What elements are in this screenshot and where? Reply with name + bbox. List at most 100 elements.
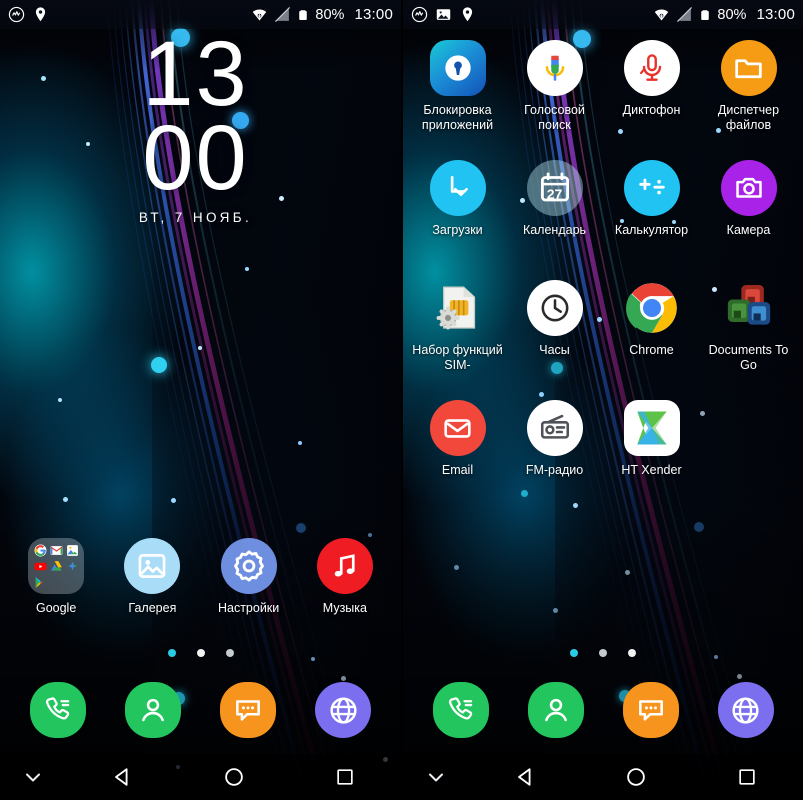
messages-bubble-icon <box>622 682 679 738</box>
hide-keyboard-button[interactable] <box>0 754 66 800</box>
dock-item-phone[interactable] <box>10 682 105 738</box>
gallery-icon <box>124 538 181 594</box>
back-button[interactable] <box>66 754 178 800</box>
drawer-app-label: Email <box>441 463 474 477</box>
browser-globe-icon <box>315 682 372 738</box>
home-app-label: Музыка <box>322 601 367 615</box>
battery-percent: 80% <box>315 6 345 23</box>
wifi-icon <box>653 6 670 23</box>
status-bar-home: 80% 13:00 <box>0 0 401 29</box>
no-sim-signal-icon <box>676 6 693 23</box>
home-circle-icon <box>627 768 645 786</box>
drawer-app-label: HT Xender <box>621 463 682 477</box>
fm-radio-icon <box>526 400 583 456</box>
drawer-app-file-manager[interactable]: Диспетчер файлов <box>700 40 797 136</box>
recents-square-icon <box>337 769 353 785</box>
recents-button[interactable] <box>289 754 401 800</box>
back-triangle-icon <box>114 768 128 786</box>
location-pin-icon <box>459 6 476 23</box>
drawer-app-clock[interactable]: Часы <box>506 280 603 376</box>
drawer-app-camera[interactable]: Камера <box>700 160 797 256</box>
calculator-icon <box>623 160 680 216</box>
page-dot[interactable] <box>599 649 607 657</box>
file-manager-folder-icon <box>720 40 777 96</box>
recents-square-icon <box>739 769 755 785</box>
drawer-app-label: FM-радио <box>525 463 584 477</box>
home-circle-icon <box>224 768 243 786</box>
settings-gear-icon <box>220 538 277 594</box>
chevron-down-icon <box>429 773 443 782</box>
image-icon <box>435 6 452 23</box>
home-app-music[interactable]: Музыка <box>297 538 393 616</box>
music-note-icon <box>316 538 373 594</box>
messages-bubble-icon <box>220 682 277 738</box>
dock-item-messages[interactable] <box>603 682 698 738</box>
sim-toolkit-icon <box>430 280 486 336</box>
dock-item-phone[interactable] <box>413 682 508 738</box>
drawer-app-sim-toolkit[interactable]: Набор функций SIM- <box>409 280 506 376</box>
drawer-app-documents-to-go[interactable]: Documents To Go <box>700 280 797 376</box>
app-drawer-grid: Блокировка приложений Голосовой поиск Ди… <box>403 40 803 496</box>
clock-icon <box>526 280 583 336</box>
status-bar-clock: 13:00 <box>354 6 393 23</box>
battery-percent: 80% <box>717 6 747 23</box>
drawer-app-label: Календарь <box>522 223 587 237</box>
page-indicator-home[interactable] <box>0 648 401 658</box>
page-dot-active[interactable] <box>628 649 636 657</box>
location-pin-icon <box>32 6 49 23</box>
home-app-google[interactable]: Google <box>8 538 104 616</box>
dock-drawer <box>403 668 803 752</box>
drawer-app-sound-recorder[interactable]: Диктофон <box>603 40 700 136</box>
drawer-app-calendar[interactable]: 27 Календарь <box>506 160 603 256</box>
drawer-app-voice-search[interactable]: Голосовой поиск <box>506 40 603 136</box>
drawer-app-label: Голосовой поиск <box>524 103 585 132</box>
navigation-bar-drawer <box>403 754 803 800</box>
dock-item-browser[interactable] <box>698 682 793 738</box>
drawer-app-app-lock[interactable]: Блокировка приложений <box>409 40 506 136</box>
status-bar-drawer: 80% 13:00 <box>403 0 803 29</box>
home-app-gallery[interactable]: Галерея <box>104 538 200 616</box>
dock-item-messages[interactable] <box>201 682 296 738</box>
battery-icon <box>699 6 711 24</box>
ht-xender-icon <box>623 400 680 456</box>
clock-widget[interactable]: 13 00 ВТ, 7 НОЯБ. <box>0 28 401 225</box>
drawer-app-label: Диктофон <box>622 103 681 117</box>
app-circle-icon <box>8 6 25 23</box>
drawer-app-downloads[interactable]: Загрузки <box>409 160 506 256</box>
page-dot[interactable] <box>167 649 176 657</box>
page-dot[interactable] <box>570 649 578 657</box>
drawer-app-email[interactable]: Email <box>409 400 506 496</box>
back-button[interactable] <box>469 754 580 800</box>
documents-to-go-icon <box>721 280 777 336</box>
home-app-label: Галерея <box>128 601 177 615</box>
dock-home <box>0 668 401 752</box>
dock-item-contacts[interactable] <box>508 682 603 738</box>
page-indicator-drawer[interactable] <box>403 648 803 658</box>
home-button[interactable] <box>178 754 290 800</box>
clock-date: ВТ, 7 НОЯБ. <box>138 210 253 225</box>
page-dot[interactable] <box>225 649 234 657</box>
calendar-day-badge: 27 <box>546 186 563 202</box>
dock-item-contacts[interactable] <box>105 682 200 738</box>
hide-keyboard-button[interactable] <box>403 754 469 800</box>
recents-button[interactable] <box>692 754 803 800</box>
home-app-settings[interactable]: Настройки <box>201 538 297 616</box>
home-app-label: Google <box>35 601 77 615</box>
page-dot-active[interactable] <box>196 649 205 657</box>
drawer-app-label: Калькулятор <box>614 223 689 237</box>
downloads-arrow-icon <box>429 160 486 216</box>
drawer-app-fm-radio[interactable]: FM-радио <box>506 400 603 496</box>
contacts-person-icon <box>124 682 181 738</box>
screenshot-stage: 80% 13:00 13 00 ВТ, 7 НОЯБ. Google Галер… <box>0 0 803 800</box>
phone-handset-icon <box>29 682 86 738</box>
home-button[interactable] <box>580 754 691 800</box>
drawer-app-label: Часы <box>539 343 570 357</box>
voice-search-mic-icon <box>526 40 583 96</box>
drawer-app-calculator[interactable]: Калькулятор <box>603 160 700 256</box>
phone-handset-icon <box>432 682 489 738</box>
app-drawer-panel: 80% 13:00 Блокировка приложений Голосово… <box>403 0 803 800</box>
dock-item-browser[interactable] <box>296 682 391 738</box>
drawer-app-chrome[interactable]: Chrome <box>603 280 700 376</box>
drawer-app-ht-xender[interactable]: HT Xender <box>603 400 700 496</box>
drawer-app-label: Камера <box>726 223 771 237</box>
